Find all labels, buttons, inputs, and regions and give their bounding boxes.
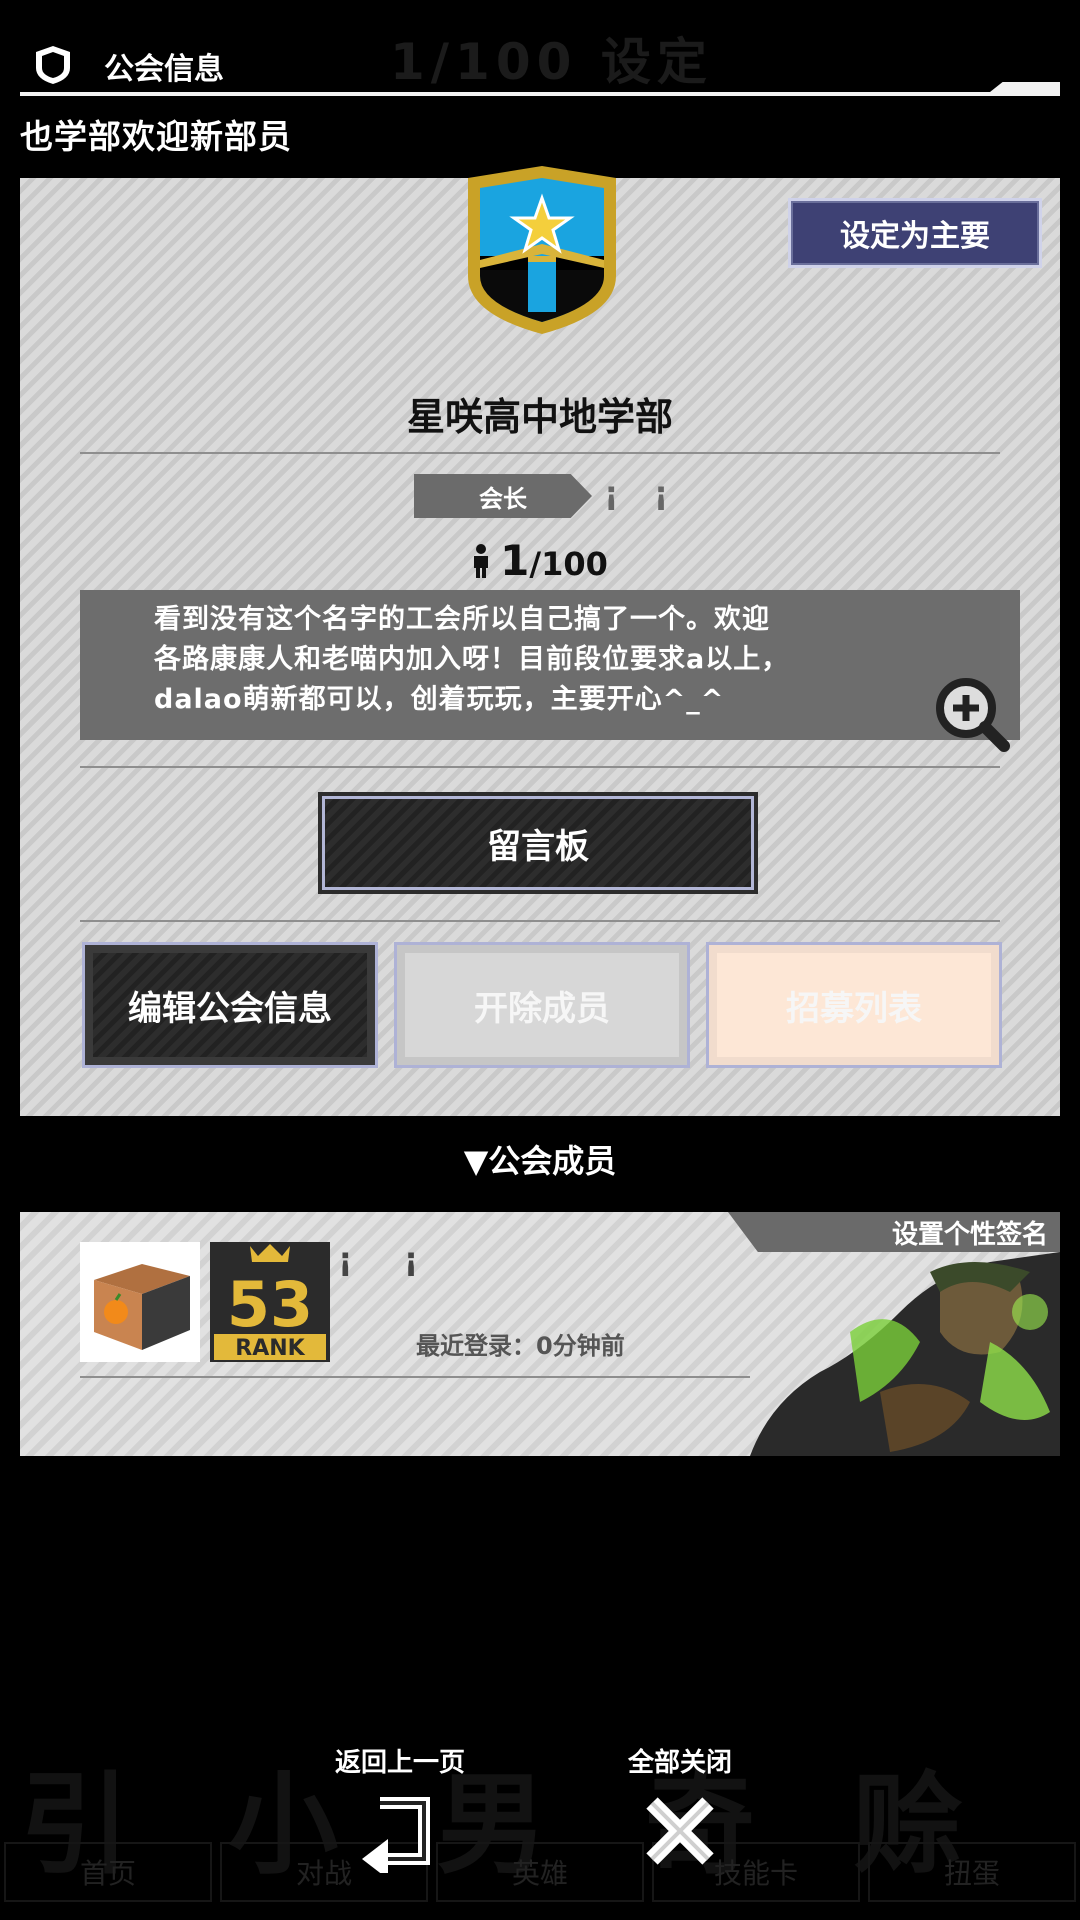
window-title: 公会信息 bbox=[104, 52, 224, 87]
message-board-button[interactable]: 留言板 bbox=[318, 792, 758, 894]
member-count: 1/100 bbox=[20, 536, 1060, 585]
guild-name: 星咲高中地学部 bbox=[406, 395, 673, 439]
divider bbox=[80, 920, 1000, 922]
description-line: dalao萌新都可以，创着玩玩，主要开心^_^ bbox=[154, 684, 725, 715]
background-tab: 扭蛋 bbox=[868, 1842, 1076, 1902]
zoom-in-icon[interactable] bbox=[934, 676, 1012, 754]
guild-slogan: 也学部欢迎新部员 bbox=[20, 117, 292, 156]
member-count-max: /100 bbox=[529, 545, 608, 583]
guild-description: 看到没有这个名字的工会所以自己搞了一个。欢迎 各路康康人和老喵内加入呀！目前段位… bbox=[80, 590, 1020, 740]
background-tab: 首页 bbox=[4, 1842, 212, 1902]
close-icon bbox=[646, 1797, 714, 1865]
return-arrow-icon bbox=[362, 1797, 430, 1873]
rank-badge: 53 RANK bbox=[210, 1242, 330, 1362]
leader-name: ¡ ¡ bbox=[604, 474, 681, 512]
member-name: ¡ ¡ bbox=[338, 1240, 439, 1278]
members-section-header[interactable]: ▼公会成员 bbox=[0, 1136, 1080, 1182]
edit-guild-info-button[interactable]: 编辑公会信息 bbox=[82, 942, 378, 1068]
back-label: 返回上一页 bbox=[334, 1748, 465, 1778]
set-primary-button[interactable]: 设定为主要 bbox=[788, 198, 1042, 268]
guild-emblem-icon bbox=[468, 166, 616, 334]
last-login: 最近登录：0分钟前 bbox=[416, 1332, 625, 1360]
divider bbox=[80, 766, 1000, 768]
guild-info-card: 设定为主要 星咲高中地学部 会长 ¡ ¡ 1/100 看到没有这个名字的工会所以… bbox=[20, 166, 1060, 1116]
recruit-list-button[interactable]: 招募列表 bbox=[706, 942, 1002, 1068]
character-art bbox=[750, 1252, 1060, 1456]
back-button[interactable]: 返回上一页 bbox=[290, 1742, 510, 1873]
rank-label: RANK bbox=[235, 1336, 305, 1361]
member-list-item[interactable]: 设置个性签名 53 RANK ¡ ¡ 最近登录：0分钟前 bbox=[20, 1212, 1060, 1456]
member-count-current: 1 bbox=[500, 536, 530, 585]
guild-action-row: 编辑公会信息 开除成员 招募列表 bbox=[82, 942, 1002, 1068]
close-all-button[interactable]: 全部关闭 bbox=[570, 1742, 790, 1873]
shield-icon bbox=[36, 46, 70, 84]
description-line: 看到没有这个名字的工会所以自己搞了一个。欢迎 bbox=[154, 604, 770, 635]
description-line: 各路康康人和老喵内加入呀！目前段位要求a以上， bbox=[154, 644, 790, 675]
divider bbox=[80, 1376, 750, 1378]
person-icon bbox=[474, 544, 489, 578]
header-divider bbox=[20, 92, 1060, 96]
background-tab-bar: 首页 对战 英雄 技能卡 扭蛋 bbox=[0, 1842, 1080, 1902]
window-header: 公会信息 bbox=[20, 36, 1060, 98]
divider bbox=[80, 452, 1000, 454]
avatar bbox=[80, 1242, 200, 1362]
kick-member-button[interactable]: 开除成员 bbox=[394, 942, 690, 1068]
rank-number: 53 bbox=[227, 1268, 313, 1341]
set-signature-button[interactable]: 设置个性签名 bbox=[728, 1212, 1060, 1252]
close-all-label: 全部关闭 bbox=[627, 1748, 732, 1778]
header-divider-tab bbox=[990, 82, 1060, 92]
role-badge: 会长 bbox=[414, 474, 592, 518]
